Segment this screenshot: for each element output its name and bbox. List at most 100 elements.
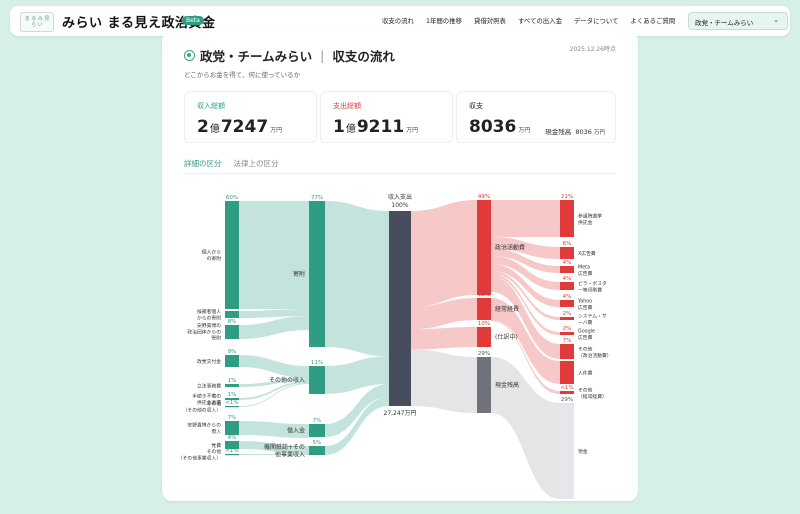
expense-item-label-7-line-1: （政治活動費）: [578, 352, 612, 359]
expense-item-bar-8[interactable]: [560, 361, 574, 384]
page-title: 政党・チームみらい | 収支の流れ: [184, 46, 395, 65]
expense-item-label-1-line-0: X広告費: [578, 250, 596, 257]
income-source-pct-2: 8%: [228, 319, 237, 325]
main-card: 政党・チームみらい | 収支の流れ 2025.12.26時点 どこからお金を得て…: [162, 31, 638, 501]
income-source-pct-8: 4%: [228, 435, 237, 441]
expense-item-pct-2: 4%: [563, 260, 572, 266]
expense-item-label-8-line-0: 人件費: [578, 370, 593, 377]
expense-total-label: 支出総額: [333, 102, 361, 110]
expense-item-pct-4: 4%: [563, 294, 572, 300]
party-logo-icon: [184, 50, 195, 61]
expense-item-bar-1[interactable]: [560, 247, 574, 259]
flow-source-3: [239, 355, 309, 378]
center-bar[interactable]: [389, 211, 411, 406]
expense-item-pct-3: 4%: [563, 276, 572, 282]
income-source-label-2-line-0: 安野貴博の: [197, 322, 221, 329]
expense-item-bar-0[interactable]: [560, 200, 574, 237]
expense-item-label-10-line-0: 現金: [578, 448, 588, 455]
flow-expense-0: [411, 200, 477, 307]
flow-item-0: [491, 200, 560, 237]
expense-category-bar-3[interactable]: [477, 357, 491, 413]
expense-item-bar-3[interactable]: [560, 282, 574, 290]
income-category-label-3-line-0: 機関紙誌+その: [264, 443, 305, 451]
income-category-label-3-line-1: 他事業収入: [275, 451, 305, 459]
income-source-bar-2[interactable]: [225, 325, 239, 339]
income-source-bar-1[interactable]: [225, 311, 239, 318]
page-title-section: 収支の流れ: [332, 49, 395, 64]
expense-item-pct-1: 6%: [563, 241, 572, 247]
party-select[interactable]: 政党・チームみらい ⌄: [688, 12, 788, 30]
nav-flow[interactable]: 収支の流れ: [382, 16, 414, 25]
income-source-bar-0[interactable]: [225, 201, 239, 309]
expense-total-value: 1億9211 万円: [333, 117, 419, 137]
income-source-label-6-line-0: その他: [207, 400, 222, 407]
income-source-pct-0: 60%: [226, 195, 238, 201]
income-source-label-1-line-0: 候補者個人: [197, 308, 221, 315]
flow-expense-3: [411, 349, 477, 413]
income-source-bar-4[interactable]: [225, 384, 239, 387]
expense-category-pct-2: 10%: [478, 321, 490, 327]
expense-item-pct-7: 7%: [563, 338, 572, 344]
flow-category-0: [325, 201, 389, 357]
income-category-bar-1[interactable]: [309, 366, 325, 394]
expense-item-label-5-line-1: ーバ費: [578, 319, 593, 326]
page-title-party: 政党・チームみらい: [200, 49, 313, 64]
tab-legal[interactable]: 法律上の区分: [234, 158, 279, 174]
income-category-bar-0[interactable]: [309, 201, 325, 347]
income-source-bar-3[interactable]: [225, 355, 239, 367]
income-total-label: 収入総額: [197, 102, 225, 110]
expense-item-pct-5: 2%: [563, 311, 572, 317]
logo[interactable]: ま る み 見 ら い: [20, 12, 54, 32]
income-total-value: 2億7247 万円: [197, 117, 283, 137]
expense-category-bar-1[interactable]: [477, 298, 491, 320]
center-label: 収入支出: [388, 193, 412, 201]
nav-faq[interactable]: よくあるご質問: [631, 16, 676, 25]
expense-item-label-9-line-1: （経常経費）: [578, 393, 607, 400]
expense-item-bar-5[interactable]: [560, 317, 574, 320]
income-source-label-2-line-2: 寄附: [211, 335, 221, 342]
as-of-date: 2025.12.26時点: [569, 46, 616, 53]
income-category-label-0-line-0: 寄附: [293, 270, 305, 278]
expense-item-label-3-line-1: ー等印刷費: [578, 286, 602, 293]
nav-balance-sheet[interactable]: 貸借対照表: [474, 16, 506, 25]
balance-card: 収支 8036 万円 現金残高 8036 万円: [456, 91, 616, 143]
income-category-bar-3[interactable]: [309, 446, 325, 455]
chevron-down-icon: ⌄: [773, 16, 779, 24]
income-source-label-6-line-1: （その他の収入）: [183, 406, 221, 413]
expense-item-label-3-line-0: ビラ・ポスタ: [578, 280, 607, 287]
expense-category-bar-2[interactable]: [477, 327, 491, 347]
income-category-pct-2: 7%: [313, 418, 322, 424]
income-source-pct-5: 1%: [228, 392, 237, 398]
income-total-card: 収入総額 2億7247 万円: [184, 91, 317, 143]
nav-about-data[interactable]: データについて: [574, 16, 619, 25]
income-category-bar-2[interactable]: [309, 424, 325, 437]
expense-item-pct-0: 21%: [561, 194, 573, 200]
expense-item-label-0-line-0: 参議院選挙: [578, 213, 602, 220]
income-source-bar-7[interactable]: [225, 421, 239, 435]
income-source-bar-9[interactable]: [225, 454, 239, 456]
expense-category-bar-0[interactable]: [477, 200, 491, 295]
party-select-value: 政党・チームみらい: [695, 19, 754, 27]
income-source-label-9-line-1: （その他事業収入）: [178, 454, 221, 461]
flow-expense-2: [411, 327, 477, 350]
expense-item-bar-9[interactable]: [560, 391, 574, 394]
expense-item-bar-4[interactable]: [560, 300, 574, 307]
nav-yearly[interactable]: 1年間の推移: [426, 16, 462, 25]
expense-item-bar-2[interactable]: [560, 266, 574, 273]
logo-text: ま る み 見 ら い: [24, 16, 50, 28]
expense-item-label-9-line-0: その他: [578, 387, 593, 394]
income-source-label-0-line-1: の寄附: [207, 255, 222, 262]
expense-item-bar-10[interactable]: [560, 403, 574, 499]
nav-transactions[interactable]: すべての出入金: [518, 16, 562, 25]
income-source-label-8-line-0: 党費: [211, 442, 221, 449]
expense-item-label-0-line-1: 供託金: [578, 219, 593, 226]
flow-source-2: [239, 316, 309, 339]
flow-source-0: [239, 201, 309, 309]
income-source-bar-6[interactable]: [225, 406, 239, 408]
income-source-label-2-line-1: 政治団体からの: [187, 328, 221, 335]
income-category-pct-1: 11%: [311, 360, 323, 366]
expense-item-pct-10: 29%: [561, 397, 573, 403]
expense-item-bar-6[interactable]: [560, 332, 574, 335]
tab-detailed[interactable]: 詳細の区分: [184, 158, 222, 174]
expense-category-label-0: 政治活動費: [495, 244, 525, 252]
